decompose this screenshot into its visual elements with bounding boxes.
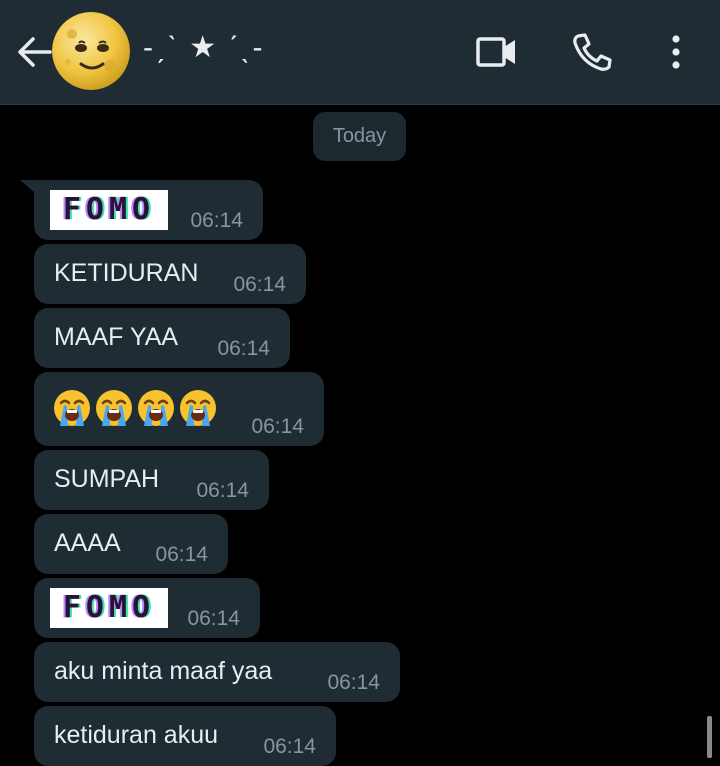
message-time: 06:14 (187, 607, 240, 630)
message-bubble[interactable]: MAAF YAA 06:14 (34, 308, 290, 368)
message-bubble[interactable]: KETIDURAN 06:14 (34, 244, 306, 304)
scrollbar[interactable] (707, 716, 712, 758)
message-bubble[interactable]: FOMO 06:14 (34, 180, 263, 240)
message-bubble[interactable]: FOMO 06:14 (34, 578, 260, 638)
loudly-crying-face-emoji (96, 390, 132, 426)
message-text: MAAF YAA (54, 323, 179, 351)
more-vertical-icon[interactable] (654, 30, 698, 74)
message-text: SUMPAH (54, 465, 160, 493)
message-text: ketiduran akuu (54, 721, 219, 749)
message-bubble[interactable]: SUMPAH 06:14 (34, 450, 269, 510)
loudly-crying-face-emoji (54, 390, 90, 426)
message-time: 06:14 (327, 671, 380, 694)
message-time: 06:14 (233, 273, 286, 296)
message-time: 06:14 (155, 543, 208, 566)
message-text: aku minta maaf yaa (54, 657, 273, 685)
emoji-row (52, 388, 218, 428)
fomo-sticker: FOMO (50, 190, 168, 230)
message-bubble[interactable]: aku minta maaf yaa 06:14 (34, 642, 400, 702)
message-time: 06:14 (263, 735, 316, 758)
video-camera-icon[interactable] (474, 30, 518, 74)
loudly-crying-face-emoji (180, 390, 216, 426)
message-text: AAAA (54, 529, 121, 557)
message-time: 06:14 (251, 415, 304, 438)
message-bubble[interactable]: ketiduran akuu 06:14 (34, 706, 336, 766)
message-time: 06:14 (190, 209, 243, 232)
message-time: 06:14 (196, 479, 249, 502)
avatar[interactable] (52, 12, 130, 90)
contact-name[interactable]: -ˏˋ ★ ˊˎ- (143, 30, 265, 65)
message-time: 06:14 (217, 337, 270, 360)
date-chip: Today (313, 112, 406, 161)
fomo-sticker: FOMO (50, 588, 168, 628)
phone-icon[interactable] (570, 30, 614, 74)
loudly-crying-face-emoji (138, 390, 174, 426)
message-text: KETIDURAN (54, 259, 199, 287)
message-bubble[interactable]: AAAA 06:14 (34, 514, 228, 574)
message-bubble[interactable]: 06:14 (34, 372, 324, 446)
arrow-left-icon[interactable] (14, 32, 54, 72)
chat-header: -ˏˋ ★ ˊˎ- (0, 0, 720, 105)
